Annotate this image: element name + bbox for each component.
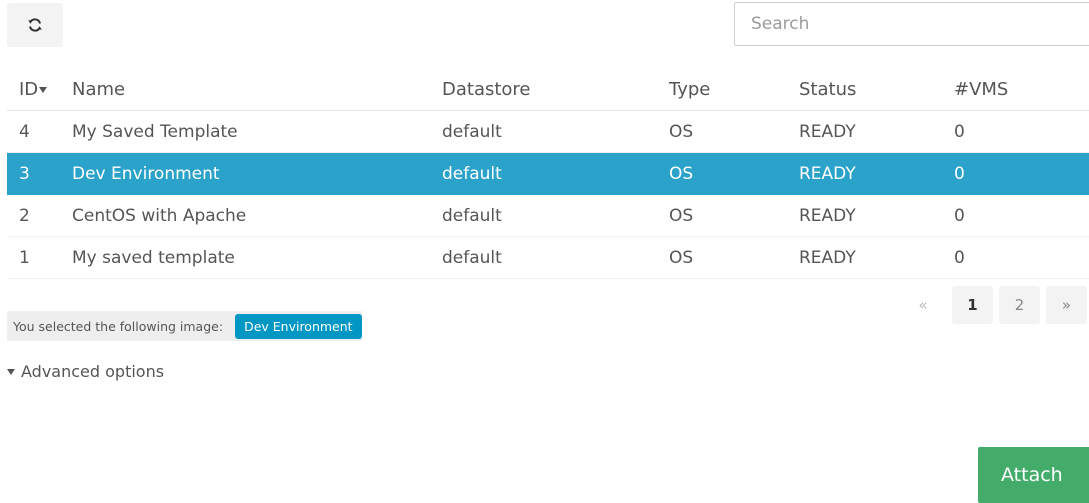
pagination-page-1[interactable]: 1 [952,286,993,324]
search-input[interactable] [734,2,1089,46]
cell-datastore: default [442,236,669,279]
selected-image-badge: Dev Environment [235,313,362,339]
cell-id: 2 [7,194,72,237]
cell-vms: 0 [954,110,1089,153]
column-header-vms[interactable]: #VMS [954,68,1089,111]
cell-name: My Saved Template [72,110,442,153]
pagination-next-button[interactable]: » [1046,286,1087,324]
selected-image-bar: You selected the following image: Dev En… [7,311,362,341]
cell-id: 4 [7,110,72,153]
cell-type: OS [669,152,799,195]
table-header-row: ID Name Datastore Type Status #VMS [7,68,1089,111]
column-header-type[interactable]: Type [669,68,799,111]
attach-button[interactable]: Attach [978,447,1089,503]
cell-type: OS [669,194,799,237]
cell-status: READY [799,152,954,195]
advanced-options-label: Advanced options [21,362,165,381]
cell-datastore: default [442,110,669,153]
table-row[interactable]: 2 CentOS with Apache default OS READY 0 [7,194,1089,237]
cell-vms: 0 [954,194,1089,237]
table-row[interactable]: 4 My Saved Template default OS READY 0 [7,110,1089,153]
cell-datastore: default [442,194,669,237]
refresh-icon [28,18,42,32]
caret-down-icon [7,368,15,375]
cell-id: 3 [7,152,72,195]
cell-vms: 0 [954,152,1089,195]
column-header-status[interactable]: Status [799,68,954,111]
pagination-prev-button[interactable]: « [900,286,946,324]
refresh-button[interactable] [7,3,63,47]
cell-datastore: default [442,152,669,195]
column-header-datastore[interactable]: Datastore [442,68,669,111]
advanced-options-toggle[interactable]: Advanced options [7,362,164,381]
cell-name: Dev Environment [72,152,442,195]
table-row[interactable]: 1 My saved template default OS READY 0 [7,236,1089,279]
cell-vms: 0 [954,236,1089,279]
cell-name: CentOS with Apache [72,194,442,237]
cell-status: READY [799,110,954,153]
selected-image-label: You selected the following image: [13,318,224,334]
column-header-name[interactable]: Name [72,68,442,111]
cell-status: READY [799,236,954,279]
cell-name: My saved template [72,236,442,279]
cell-type: OS [669,110,799,153]
pagination: « 1 2 » [900,286,1087,324]
pagination-page-2[interactable]: 2 [999,286,1040,324]
cell-type: OS [669,236,799,279]
cell-status: READY [799,194,954,237]
cell-id: 1 [7,236,72,279]
sort-desc-icon [39,86,48,93]
images-table: ID Name Datastore Type Status #VMS 4 My … [7,68,1089,279]
table-row-selected[interactable]: 3 Dev Environment default OS READY 0 [7,152,1089,195]
column-header-id[interactable]: ID [7,68,72,111]
